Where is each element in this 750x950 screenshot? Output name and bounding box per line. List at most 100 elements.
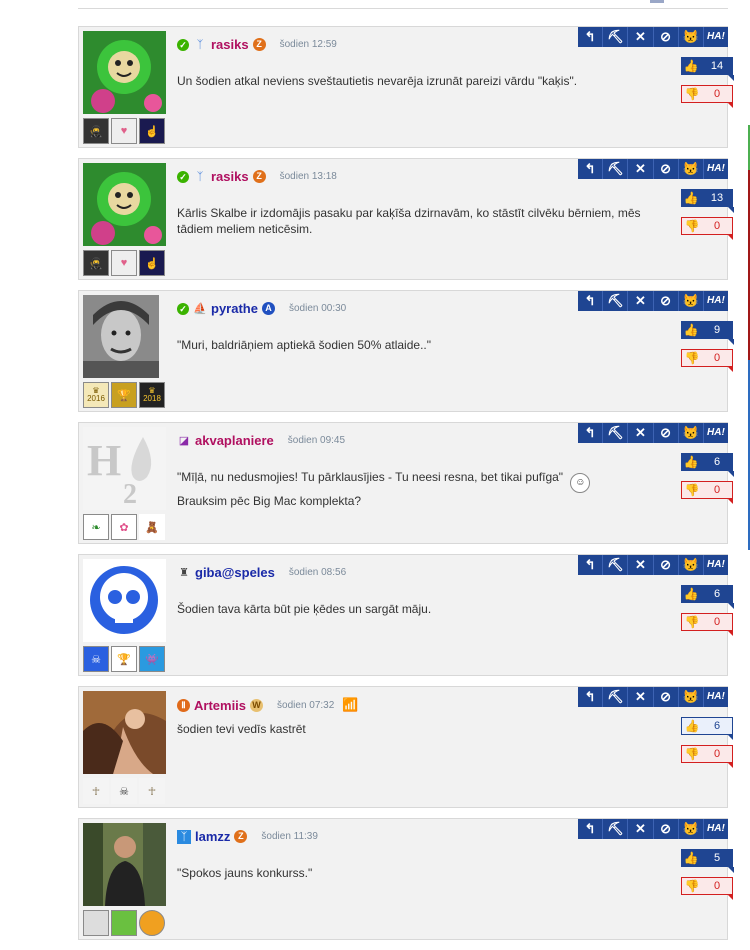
heart-bubble-badge[interactable]: ♥ — [111, 118, 137, 144]
reply-icon[interactable]: ↰ — [578, 159, 604, 179]
delete-icon[interactable]: ✕ — [628, 555, 654, 575]
pickaxe-icon[interactable]: ⛏ — [603, 423, 629, 443]
ninja-badge[interactable]: 🥷 — [83, 118, 109, 144]
ignore-icon[interactable]: ⊘ — [654, 423, 679, 443]
monster-badge[interactable]: 👾 — [139, 646, 165, 672]
badge-row: ♛ 2016 🏆 ♛ 2018 — [83, 382, 165, 409]
username-link[interactable]: akvaplaniere — [195, 433, 274, 448]
heart-bubble-badge[interactable]: ♥ — [111, 250, 137, 276]
badge[interactable] — [111, 910, 137, 936]
avatar[interactable] — [83, 295, 159, 378]
pickaxe-icon[interactable]: ⛏ — [603, 291, 629, 311]
delete-icon[interactable]: ✕ — [628, 687, 654, 707]
teddy-badge[interactable]: 🧸 — [139, 514, 165, 540]
downvote-button[interactable]: 👎 0 — [681, 613, 733, 636]
reply-icon[interactable]: ↰ — [578, 27, 604, 47]
flowers-badge[interactable]: ✿ — [111, 514, 137, 540]
upvote-button[interactable]: 👍 14 — [681, 57, 734, 81]
cat-icon[interactable]: 😾 — [679, 819, 704, 839]
downvote-button[interactable]: 👎 0 — [681, 877, 733, 900]
pickaxe-icon[interactable]: ⛏ — [603, 819, 629, 839]
leaf-badge[interactable]: ❧ — [83, 514, 109, 540]
upvote-button[interactable]: 👍 9 — [681, 321, 734, 345]
username-link[interactable]: rasiks — [211, 169, 249, 184]
ignore-icon[interactable]: ⊘ — [654, 159, 679, 179]
upvote-button[interactable]: 👍 5 — [681, 849, 734, 873]
badge[interactable] — [83, 910, 109, 936]
level-icon: W — [250, 698, 264, 712]
ha-button[interactable]: HA! — [704, 159, 728, 179]
delete-icon[interactable]: ✕ — [628, 27, 654, 47]
cat-icon[interactable]: 😾 — [679, 423, 704, 443]
username-link[interactable]: giba@speles — [195, 565, 275, 580]
cat-icon[interactable]: 😾 — [679, 27, 704, 47]
ha-button[interactable]: HA! — [704, 291, 728, 311]
ha-button[interactable]: HA! — [704, 819, 728, 839]
username-link[interactable]: Artemiis — [194, 698, 246, 713]
avatar[interactable] — [83, 691, 166, 774]
downvote-button[interactable]: 👎 0 — [681, 349, 733, 372]
hand-cursor-badge[interactable]: ☝ — [139, 250, 165, 276]
pickaxe-icon[interactable]: ⛏ — [603, 555, 629, 575]
upvote-button[interactable]: 👍 6 — [681, 717, 733, 740]
avatar[interactable] — [83, 823, 166, 906]
crown-2016-badge[interactable]: ♛ 2016 — [83, 382, 109, 408]
cat-icon[interactable]: 😾 — [679, 159, 704, 179]
online-check-icon: ✓ — [177, 302, 189, 315]
ignore-icon[interactable]: ⊘ — [654, 687, 679, 707]
cat-icon[interactable]: 😾 — [679, 291, 704, 311]
avatar[interactable]: H 2 — [83, 427, 166, 510]
pickaxe-icon[interactable]: ⛏ — [603, 27, 629, 47]
hand-cursor-badge[interactable]: ☝ — [139, 118, 165, 144]
username-link[interactable]: lamzz — [195, 829, 230, 844]
skull-badge[interactable]: ☠ — [83, 646, 109, 672]
skull-hat-badge[interactable]: ☠ — [111, 778, 137, 804]
crown-2018-badge[interactable]: ♛ 2018 — [139, 382, 165, 408]
avatar[interactable] — [83, 559, 166, 642]
ha-button[interactable]: HA! — [704, 555, 728, 575]
trophy-badge[interactable]: 🏆 — [111, 646, 137, 672]
ignore-icon[interactable]: ⊘ — [654, 291, 679, 311]
downvote-button[interactable]: 👎 0 — [681, 745, 733, 768]
comment-header: Ⅱ Artemiis W šodien 07:32 📶 — [177, 697, 359, 713]
badge[interactable] — [139, 910, 165, 936]
delete-icon[interactable]: ✕ — [628, 423, 654, 443]
mummy-badge[interactable]: ☥ — [83, 778, 109, 804]
reply-icon[interactable]: ↰ — [578, 555, 604, 575]
downvote-button[interactable]: 👎 0 — [681, 217, 733, 240]
ha-button[interactable]: HA! — [704, 27, 728, 47]
username-link[interactable]: rasiks — [211, 37, 249, 52]
reply-icon[interactable]: ↰ — [578, 423, 604, 443]
avatar[interactable] — [83, 31, 166, 114]
ignore-icon[interactable]: ⊘ — [654, 555, 679, 575]
ha-button[interactable]: HA! — [704, 423, 728, 443]
username-link[interactable]: pyrathe — [211, 301, 258, 316]
ignore-icon[interactable]: ⊘ — [654, 27, 679, 47]
avatar[interactable] — [83, 163, 166, 246]
delete-icon[interactable]: ✕ — [628, 159, 654, 179]
delete-icon[interactable]: ✕ — [628, 819, 654, 839]
upvote-button[interactable]: 👍 13 — [681, 189, 734, 213]
level-icon: Z — [252, 38, 266, 51]
reply-icon[interactable]: ↰ — [578, 291, 604, 311]
trophy-badge[interactable]: 🏆 — [111, 382, 137, 408]
upvote-button[interactable]: 👍 6 — [681, 453, 734, 477]
downvote-button[interactable]: 👎 0 — [681, 85, 733, 108]
upvote-count: 6 — [713, 588, 721, 600]
cat-icon[interactable]: 😾 — [679, 555, 704, 575]
pickaxe-icon[interactable]: ⛏ — [603, 159, 629, 179]
reply-icon[interactable]: ↰ — [578, 687, 604, 707]
pickaxe-icon[interactable]: ⛏ — [603, 687, 629, 707]
mummy-badge[interactable]: ☥ — [139, 778, 165, 804]
comment-feed: 🥷 ♥ ☝ ✓ ᛉ rasiks Z šodien 12:59 Un šodie… — [78, 26, 734, 950]
ignore-icon[interactable]: ⊘ — [654, 819, 679, 839]
cat-icon[interactable]: 😾 — [679, 687, 704, 707]
reply-icon[interactable]: ↰ — [578, 819, 604, 839]
ninja-badge[interactable]: 🥷 — [83, 250, 109, 276]
downvote-button[interactable]: 👎 0 — [681, 481, 733, 504]
upvote-button[interactable]: 👍 6 — [681, 585, 734, 609]
comment-toolbar: ↰ ⛏ ✕ ⊘ 😾 HA! — [578, 687, 728, 707]
delete-icon[interactable]: ✕ — [628, 291, 654, 311]
ha-button[interactable]: HA! — [704, 687, 728, 707]
thumbs-down-icon: 👎 — [684, 615, 700, 629]
